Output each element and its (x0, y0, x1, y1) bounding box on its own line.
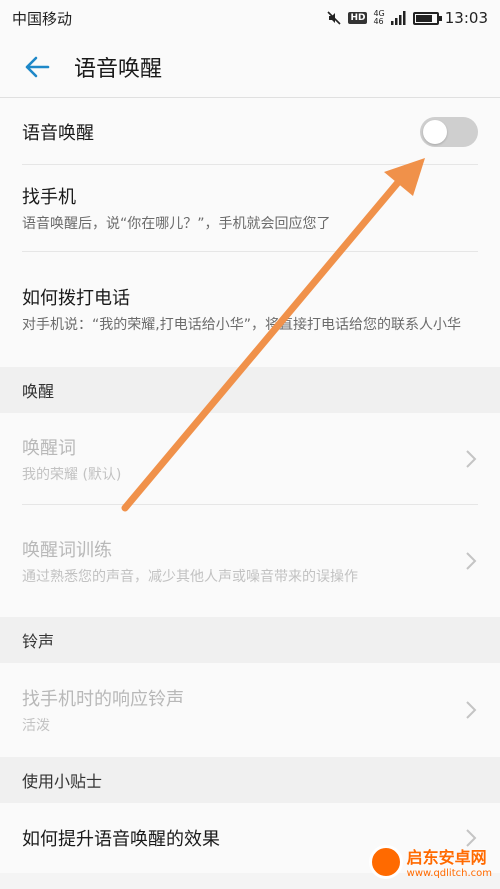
wake-training-text: 唤醒词训练 通过熟悉您的声音，减少其他人声或噪音带来的误操作 (22, 536, 456, 587)
response-ringtone-title: 找手机时的响应铃声 (22, 688, 184, 710)
back-arrow-icon (25, 56, 50, 77)
network-type-bottom: 46 (373, 17, 384, 26)
watermark-text: 启东安卓网 www.qdlitch.com (407, 844, 492, 879)
page-title: 语音唤醒 (74, 56, 163, 82)
voice-wake-label: 语音唤醒 (22, 122, 94, 144)
wake-word-subtitle: 我的荣耀 (默认) (22, 466, 122, 483)
chevron-right-icon (464, 447, 478, 471)
ringtone-settings-group: 找手机时的响应铃声 活泼 (0, 663, 500, 757)
app-bar: 语音唤醒 (0, 36, 500, 98)
watermark-title: 启东安卓网 (406, 848, 487, 867)
back-button[interactable] (0, 36, 74, 98)
wake-training-row[interactable]: 唤醒词训练 通过熟悉您的声音，减少其他人声或噪音带来的误操作 (0, 505, 500, 617)
response-ringtone-subtitle: 活泼 (22, 717, 50, 734)
how-to-call-row[interactable]: 如何拨打电话 对手机说：“我的荣耀,打电话给小华”，将直接打电话给您的联系人小华 (0, 252, 500, 367)
chevron-right-icon (464, 698, 478, 722)
wake-word-title: 唤醒词 (22, 437, 76, 459)
watermark-url: www.qdlitch.com (406, 868, 492, 879)
chevron-right-icon (464, 549, 478, 573)
how-to-call-subtitle: 对手机说：“我的荣耀,打电话给小华”，将直接打电话给您的联系人小华 (22, 317, 461, 333)
find-phone-subtitle: 语音唤醒后，说“你在哪儿？”，手机就会回应您了 (22, 216, 331, 232)
find-phone-text: 找手机 语音唤醒后，说“你在哪儿？”，手机就会回应您了 (22, 183, 478, 234)
voice-wake-row[interactable]: 语音唤醒 (0, 98, 500, 165)
network-type-icon: 4G 46 (373, 10, 384, 26)
voice-wake-text: 语音唤醒 (22, 119, 420, 145)
wake-training-subtitle: 通过熟悉您的声音，减少其他人声或噪音带来的误操作 (22, 568, 358, 585)
wake-training-title: 唤醒词训练 (22, 539, 112, 561)
battery-icon (412, 11, 442, 25)
wake-word-row[interactable]: 唤醒词 我的荣耀 (默认) (0, 413, 500, 505)
battery-level (415, 14, 432, 22)
status-icons: HD 4G 46 13:03 (326, 9, 488, 27)
how-to-call-title: 如何拨打电话 (22, 288, 130, 309)
wake-settings-group: 唤醒词 我的荣耀 (默认) 唤醒词训练 通过熟悉您的声音，减少其他人声或噪音带来… (0, 413, 500, 617)
toggle-knob (423, 119, 447, 144)
mute-icon (326, 10, 342, 26)
how-to-call-text: 如何拨打电话 对手机说：“我的荣耀,打电话给小华”，将直接打电话给您的联系人小华 (22, 284, 478, 335)
find-phone-row[interactable]: 找手机 语音唤醒后，说“你在哪儿？”，手机就会回应您了 (0, 165, 500, 252)
section-header-wake: 唤醒 (0, 367, 500, 413)
response-ringtone-row[interactable]: 找手机时的响应铃声 活泼 (0, 663, 500, 757)
main-settings-group: 语音唤醒 找手机 语音唤醒后，说“你在哪儿？”，手机就会回应您了 如何拨打电话 … (0, 98, 500, 367)
section-header-tips: 使用小贴士 (0, 757, 500, 803)
clock: 13:03 (444, 9, 488, 27)
voice-wake-toggle[interactable] (420, 116, 478, 147)
carrier-label: 中国移动 (12, 9, 73, 28)
hd-icon: HD (348, 12, 368, 24)
status-bar: 中国移动 HD 4G 46 13:03 (0, 0, 500, 36)
response-ringtone-text: 找手机时的响应铃声 活泼 (22, 685, 456, 736)
find-phone-title: 找手机 (22, 187, 76, 208)
wake-word-text: 唤醒词 我的荣耀 (默认) (22, 434, 456, 485)
watermark-logo (368, 844, 403, 879)
section-header-ringtone: 铃声 (0, 617, 500, 663)
watermark: 启东安卓网 www.qdlitch.com (368, 844, 492, 879)
signal-icon (390, 11, 407, 25)
